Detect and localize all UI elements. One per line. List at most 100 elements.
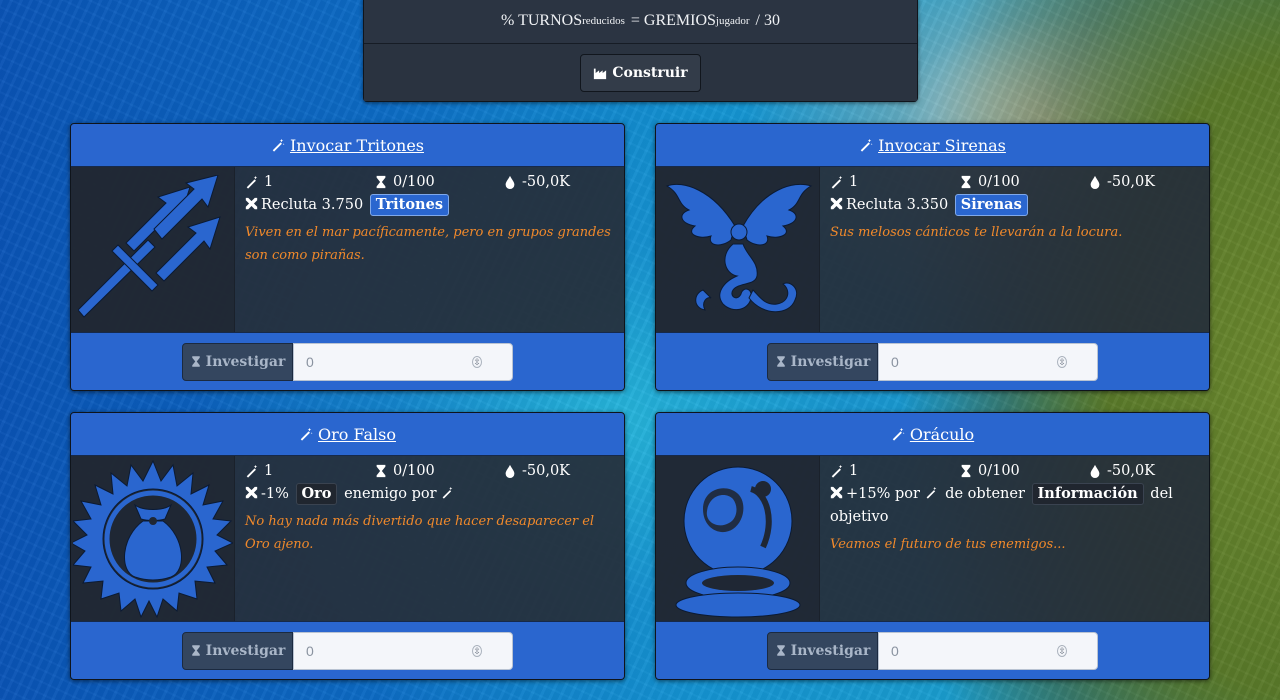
card-header: Invocar Tritones [71, 124, 624, 167]
spinner-arrows-icon[interactable]: ⇳ [1057, 355, 1067, 368]
magic-wand-icon [442, 486, 453, 499]
siren-icon [656, 167, 820, 332]
hourglass-icon [191, 356, 200, 367]
progress-value: 0/100 [978, 462, 1020, 479]
progress-stat: 0/100 [959, 463, 1088, 479]
level-stat: 1 [245, 174, 374, 190]
investigate-amount-value: 0 [306, 353, 314, 370]
cost-stat: -50,0K [1088, 174, 1155, 190]
card-title-link[interactable]: Invocar Tritones [290, 136, 424, 155]
investigate-button[interactable]: Investigar [182, 342, 293, 381]
investigate-button[interactable]: Investigar [182, 631, 293, 670]
effect-text: -1% [261, 486, 289, 502]
magic-wand-icon [831, 175, 843, 189]
unit-badge[interactable]: Tritones [369, 194, 449, 216]
investigate-button[interactable]: Investigar [767, 631, 878, 670]
cost-value: -50,0K [1107, 173, 1156, 190]
progress-value: 0/100 [393, 462, 435, 479]
investigate-amount-value: 0 [306, 642, 314, 659]
build-button[interactable]: Construir [580, 53, 701, 92]
effect-text: +15% por [846, 486, 920, 502]
card-title-link[interactable]: Invocar Sirenas [878, 136, 1006, 155]
investigate-button[interactable]: Investigar [767, 342, 878, 381]
unit-badge[interactable]: Sirenas [954, 194, 1028, 216]
progress-value: 0/100 [978, 173, 1020, 190]
hourglass-icon [191, 645, 200, 656]
water-drop-icon [505, 175, 515, 189]
magic-wand-icon [272, 138, 285, 152]
card-description: No hay nada más divertido que hacer desa… [245, 514, 595, 552]
spinner-arrows-icon[interactable]: ⇳ [1057, 644, 1067, 657]
level-value: 1 [264, 173, 274, 190]
formula-mid: = GREMIOS [630, 12, 716, 29]
investigate-amount-input[interactable]: 0 ⇳ [878, 342, 1098, 381]
spinner-arrows-icon[interactable]: ⇳ [472, 644, 482, 657]
guild-build-panel: % TURNOS reducidos = GREMIOS jugador / 30 Co… [363, 0, 918, 102]
gold-sack-icon [71, 456, 235, 621]
cost-stat: -50,0K [503, 463, 570, 479]
effect-text: Recluta 3.750 [261, 197, 364, 213]
card-footer: Investigar 0 ⇳ [71, 332, 624, 390]
hourglass-icon [776, 356, 785, 367]
magic-wand-icon [892, 427, 905, 441]
magic-wand-icon [860, 138, 873, 152]
build-button-label: Construir [612, 64, 688, 81]
level-stat: 1 [830, 174, 959, 190]
investigate-amount-value: 0 [891, 353, 899, 370]
hourglass-icon [376, 175, 386, 188]
card-title-link[interactable]: Oro Falso [318, 425, 396, 444]
water-drop-icon [505, 464, 515, 478]
investigate-amount-input[interactable]: 0 ⇳ [293, 631, 513, 670]
magic-wand-icon [831, 464, 843, 478]
level-stat: 1 [830, 463, 959, 479]
research-card-tritones: Invocar Tritones 1 0/100 -50,0K Recluta [70, 123, 625, 391]
card-title-link[interactable]: Oráculo [910, 425, 974, 444]
effect-line: -1% Oro enemigo por [245, 483, 616, 506]
investigate-amount-input[interactable]: 0 ⇳ [293, 342, 513, 381]
formula-sub-reducidos: reducidos [582, 15, 625, 27]
factory-icon [594, 68, 607, 79]
magic-wand-icon [300, 427, 313, 441]
card-header: Oráculo [656, 413, 1209, 456]
build-footer: Construir [364, 44, 917, 101]
progress-stat: 0/100 [959, 174, 1088, 190]
crystal-ball-icon [656, 456, 820, 621]
spinner-arrows-icon[interactable]: ⇳ [472, 355, 482, 368]
effect-line: Recluta 3.750 Tritones [245, 194, 616, 217]
investigate-amount-value: 0 [891, 642, 899, 659]
level-stat: 1 [245, 463, 374, 479]
card-footer: Investigar 0 ⇳ [656, 621, 1209, 679]
card-header: Invocar Sirenas [656, 124, 1209, 167]
research-card-sirenas: Invocar Sirenas 1 0/100 -50,0K Recluta 3… [655, 123, 1210, 391]
water-drop-icon [1090, 175, 1100, 189]
investigate-label: Investigar [790, 353, 871, 370]
trident-icon [71, 167, 235, 332]
investigate-label: Investigar [205, 353, 286, 370]
formula-suffix: / 30 [755, 12, 780, 29]
investigate-label: Investigar [790, 642, 871, 659]
resource-badge[interactable]: Información [1031, 483, 1144, 505]
cost-stat: -50,0K [1088, 463, 1155, 479]
crossed-swords-icon [245, 197, 258, 210]
investigate-label: Investigar [205, 642, 286, 659]
card-footer: Investigar 0 ⇳ [71, 621, 624, 679]
formula-prefix: % TURNOS [501, 12, 583, 29]
card-description: Sus melosos cánticos te llevarán a la lo… [830, 225, 1123, 240]
progress-stat: 0/100 [374, 463, 503, 479]
investigate-amount-input[interactable]: 0 ⇳ [878, 631, 1098, 670]
water-drop-icon [1090, 464, 1100, 478]
effect-line: Recluta 3.350 Sirenas [830, 194, 1201, 217]
hourglass-icon [376, 464, 386, 477]
turns-formula: % TURNOS reducidos = GREMIOS jugador / 30 [364, 0, 917, 44]
level-value: 1 [264, 462, 274, 479]
research-card-oro-falso: Oro Falso 1 0/100 -50,0K -1% Oro enemigo… [70, 412, 625, 680]
resource-badge[interactable]: Oro [295, 483, 338, 505]
crossed-swords-icon [245, 486, 258, 499]
cost-stat: -50,0K [503, 174, 570, 190]
progress-value: 0/100 [393, 173, 435, 190]
formula-sub-jugador: jugador [715, 15, 750, 27]
card-description: Veamos el futuro de tus enemigos... [830, 537, 1066, 552]
crossed-swords-icon [830, 486, 843, 499]
effect-text: Recluta 3.350 [846, 197, 949, 213]
cost-value: -50,0K [522, 462, 571, 479]
